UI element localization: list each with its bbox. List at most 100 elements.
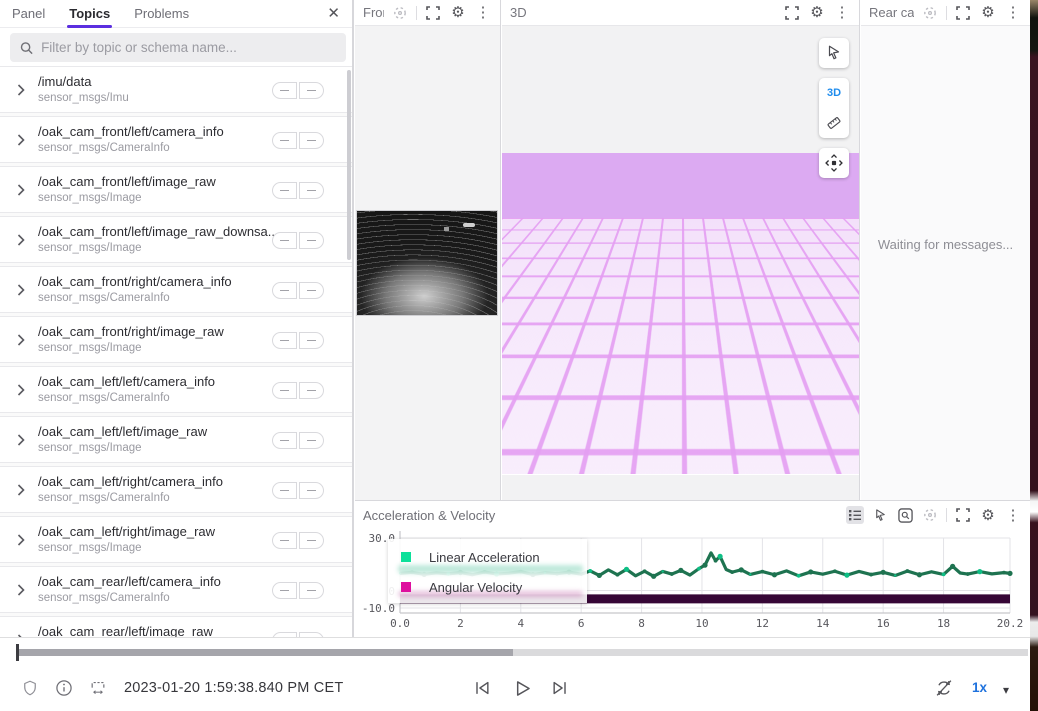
topic-list-scrollbar[interactable] bbox=[347, 70, 351, 260]
search-icon bbox=[20, 41, 33, 55]
plot-legend[interactable]: Linear Acceleration Angular Velocity bbox=[388, 539, 587, 603]
topic-visibility-toggles bbox=[272, 532, 324, 549]
fullscreen-icon[interactable] bbox=[954, 4, 972, 22]
toggle-right-pill[interactable] bbox=[299, 332, 324, 349]
camera-mode-button[interactable]: 3D bbox=[819, 78, 849, 108]
three-d-sky[interactable] bbox=[502, 153, 859, 219]
x-tick-label: 12 bbox=[742, 617, 782, 630]
front-cam-panel: Fron... ⚙ ⋮ bbox=[355, 0, 501, 500]
kebab-menu-icon[interactable]: ⋮ bbox=[474, 4, 492, 22]
toggle-right-pill[interactable] bbox=[299, 132, 324, 149]
pan-move-icon bbox=[824, 153, 844, 173]
seek-forward-button[interactable] bbox=[548, 676, 572, 700]
loop-range-button[interactable] bbox=[86, 676, 110, 700]
toggle-left-pill[interactable] bbox=[272, 332, 297, 349]
fullscreen-icon[interactable] bbox=[424, 4, 442, 22]
playhead-marker[interactable] bbox=[16, 644, 19, 661]
repeat-toggle-button[interactable] bbox=[932, 676, 956, 700]
toggle-right-pill[interactable] bbox=[299, 82, 324, 99]
topic-row[interactable]: /oak_cam_left/left/camera_info sensor_ms… bbox=[0, 366, 352, 413]
topic-schema: sensor_msgs/Imu bbox=[38, 92, 129, 104]
topic-row[interactable]: /oak_cam_front/left/image_raw sensor_msg… bbox=[0, 166, 352, 213]
caret-down-icon[interactable]: ▾ bbox=[994, 678, 1018, 702]
divider bbox=[416, 6, 417, 20]
sidebar: Panel Topics Problems ✕ /imu/data sensor… bbox=[0, 0, 354, 637]
play-button[interactable] bbox=[510, 676, 534, 700]
repeat-off-shield-button[interactable] bbox=[18, 676, 42, 700]
chevron-right-icon bbox=[17, 84, 25, 96]
measure-tool-button[interactable] bbox=[819, 108, 849, 138]
topic-schema: sensor_msgs/Image bbox=[38, 342, 142, 354]
toggle-left-pill[interactable] bbox=[272, 232, 297, 249]
tab-problems[interactable]: Problems bbox=[122, 0, 201, 28]
topic-row[interactable]: /oak_cam_left/right/camera_info sensor_m… bbox=[0, 466, 352, 513]
pan-camera-button[interactable] bbox=[819, 148, 849, 178]
kebab-menu-icon[interactable]: ⋮ bbox=[1004, 4, 1022, 22]
orbit-icon[interactable] bbox=[391, 4, 409, 22]
toggle-left-pill[interactable] bbox=[272, 182, 297, 199]
toggle-left-pill[interactable] bbox=[272, 82, 297, 99]
seek-bar-loaded[interactable] bbox=[18, 649, 513, 656]
gear-icon[interactable]: ⚙ bbox=[449, 4, 467, 22]
fullscreen-icon[interactable] bbox=[783, 4, 801, 22]
toggle-left-pill[interactable] bbox=[272, 482, 297, 499]
topic-row[interactable]: /oak_cam_left/left/image_raw sensor_msgs… bbox=[0, 416, 352, 463]
playback-speed[interactable]: 1x bbox=[972, 680, 987, 695]
topic-name: /oak_cam_left/right/camera_info bbox=[38, 474, 223, 489]
search-input[interactable] bbox=[41, 40, 336, 55]
toggle-left-pill[interactable] bbox=[272, 382, 297, 399]
toggle-right-pill[interactable] bbox=[299, 582, 324, 599]
topic-schema: sensor_msgs/Image bbox=[38, 242, 142, 254]
toggle-right-pill[interactable] bbox=[299, 382, 324, 399]
toggle-left-pill[interactable] bbox=[272, 582, 297, 599]
topic-row[interactable]: /oak_cam_rear/left/image_raw sensor_msgs… bbox=[0, 616, 352, 637]
kebab-menu-icon[interactable]: ⋮ bbox=[833, 4, 851, 22]
topic-row[interactable]: /oak_cam_rear/left/camera_info sensor_ms… bbox=[0, 566, 352, 613]
legend-item[interactable]: Linear Acceleration bbox=[388, 544, 587, 570]
front-cam-header: Fron... ⚙ ⋮ bbox=[355, 0, 500, 26]
seek-backward-button[interactable] bbox=[470, 676, 494, 700]
topic-row[interactable]: /oak_cam_front/right/image_raw sensor_ms… bbox=[0, 316, 352, 363]
close-icon[interactable]: ✕ bbox=[327, 4, 340, 22]
three-d-header: 3D ⚙ ⋮ bbox=[502, 0, 859, 26]
robot-model[interactable]: HILTI bbox=[536, 238, 648, 410]
orbit-icon[interactable] bbox=[921, 4, 939, 22]
chevron-right-icon bbox=[17, 484, 25, 496]
current-timestamp[interactable]: 2023-01-20 1:59:38.840 PM CET bbox=[124, 680, 343, 696]
toggle-left-pill[interactable] bbox=[272, 132, 297, 149]
legend-swatch bbox=[401, 582, 411, 592]
topic-visibility-toggles bbox=[272, 282, 324, 299]
toggle-right-pill[interactable] bbox=[299, 282, 324, 299]
toggle-left-pill[interactable] bbox=[272, 432, 297, 449]
toggle-right-pill[interactable] bbox=[299, 232, 324, 249]
topic-row[interactable]: /oak_cam_front/left/image_raw_downsa... … bbox=[0, 216, 352, 263]
legend-item[interactable]: Angular Velocity bbox=[388, 574, 587, 600]
topic-name: /oak_cam_front/left/image_raw bbox=[38, 174, 216, 189]
legend-label: Angular Velocity bbox=[429, 580, 522, 595]
gear-icon[interactable]: ⚙ bbox=[979, 4, 997, 22]
topic-schema: sensor_msgs/CameraInfo bbox=[38, 592, 170, 604]
front-cam-image[interactable] bbox=[356, 210, 498, 316]
toggle-left-pill[interactable] bbox=[272, 282, 297, 299]
x-tick-label: 2 bbox=[440, 617, 480, 630]
toggle-right-pill[interactable] bbox=[299, 482, 324, 499]
topic-visibility-toggles bbox=[272, 582, 324, 599]
info-button[interactable] bbox=[52, 676, 76, 700]
toggle-right-pill[interactable] bbox=[299, 182, 324, 199]
x-tick-label: 20.2 bbox=[990, 617, 1030, 630]
cam-highlight bbox=[463, 223, 475, 227]
topic-row[interactable]: /oak_cam_left/right/image_raw sensor_msg… bbox=[0, 516, 352, 563]
x-tick-label: 0.0 bbox=[380, 617, 420, 630]
tab-topics[interactable]: Topics bbox=[57, 0, 122, 28]
toggle-right-pill[interactable] bbox=[299, 532, 324, 549]
topic-row[interactable]: /oak_cam_front/right/camera_info sensor_… bbox=[0, 266, 352, 313]
info-icon bbox=[54, 678, 74, 698]
gear-icon[interactable]: ⚙ bbox=[808, 4, 826, 22]
topic-row[interactable]: /imu/data sensor_msgs/Imu bbox=[0, 66, 352, 113]
select-tool-button[interactable] bbox=[819, 38, 849, 68]
topic-row[interactable]: /oak_cam_front/left/camera_info sensor_m… bbox=[0, 116, 352, 163]
topic-name: /oak_cam_left/right/image_raw bbox=[38, 524, 215, 539]
toggle-right-pill[interactable] bbox=[299, 432, 324, 449]
tab-panel[interactable]: Panel bbox=[0, 0, 57, 28]
toggle-left-pill[interactable] bbox=[272, 532, 297, 549]
